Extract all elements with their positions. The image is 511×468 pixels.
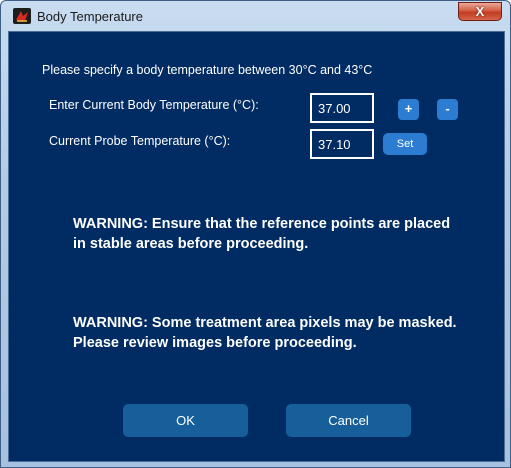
- close-icon: X: [475, 4, 485, 19]
- instruction-text: Please specify a body temperature betwee…: [42, 63, 373, 77]
- set-button[interactable]: Set: [383, 133, 427, 155]
- app-icon: [13, 8, 31, 24]
- probe-temperature-label: Current Probe Temperature (°C):: [49, 134, 231, 148]
- body-temperature-label: Enter Current Body Temperature (°C):: [49, 98, 259, 112]
- cancel-button[interactable]: Cancel: [286, 404, 411, 437]
- close-button[interactable]: X: [458, 2, 502, 21]
- warning-reference-points: WARNING: Ensure that the reference point…: [73, 216, 451, 252]
- increment-button[interactable]: +: [398, 99, 419, 120]
- decrement-button[interactable]: -: [437, 99, 458, 120]
- title-bar[interactable]: Body Temperature X: [1, 1, 510, 31]
- ok-button[interactable]: OK: [123, 404, 248, 437]
- warning-masked-pixels: WARNING: Some treatment area pixels may …: [73, 315, 457, 351]
- probe-temperature-field[interactable]: 37.10: [310, 129, 374, 159]
- body-temperature-input[interactable]: 37.00: [310, 93, 374, 123]
- window-title: Body Temperature: [37, 9, 143, 24]
- dialog-window: Body Temperature X Please specify a body…: [0, 0, 511, 468]
